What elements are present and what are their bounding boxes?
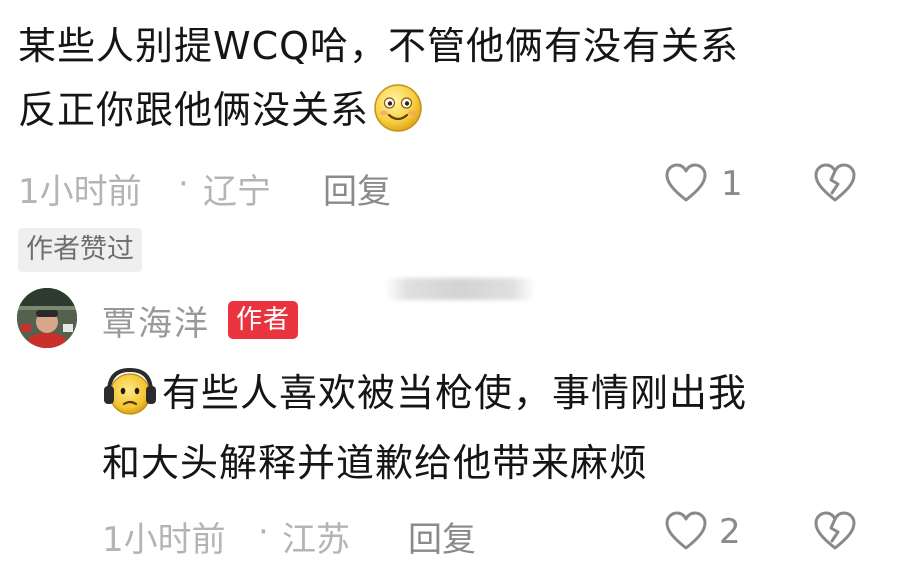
author-badge: 作者 — [228, 301, 299, 339]
broken-heart-icon[interactable] — [813, 510, 857, 552]
comment-1-time: 1小时前 — [18, 172, 142, 212]
comment-2-line-1-wrap: 有些人喜欢被当枪使，事情刚出我 — [102, 358, 902, 428]
comment-1-like-count: 1 — [721, 164, 743, 204]
comment-2-like-count: 2 — [719, 512, 741, 552]
comment-2-text: 有些人喜欢被当枪使，事情刚出我 和大头解释并道歉给他带来麻烦 — [102, 358, 902, 498]
comment-2-time: 1小时前 — [102, 520, 226, 560]
heart-outline-icon[interactable] — [664, 510, 708, 552]
comment-2-line-2: 和大头解释并道歉给他带来麻烦 — [102, 441, 649, 485]
comment-1-line-2-wrap: 反正你跟他俩没关系 — [18, 78, 898, 142]
avatar[interactable] — [17, 288, 77, 348]
comment-2-separator: · — [258, 512, 269, 552]
avatar-photo-icon — [17, 288, 77, 348]
comment-1-line-2: 反正你跟他俩没关系 — [18, 88, 370, 132]
headphone-face-emoji-icon — [104, 367, 156, 415]
comment-1-meta: 1小时前 · 辽宁 回复 1 — [18, 162, 898, 212]
broken-heart-icon[interactable] — [813, 162, 857, 204]
heart-outline-icon[interactable] — [664, 162, 708, 204]
comment-2-location: 江苏 — [282, 520, 350, 560]
comment-1-reply-button[interactable]: 回复 — [323, 164, 391, 213]
comment-2-line-1: 有些人喜欢被当枪使，事情刚出我 — [162, 371, 748, 415]
author-liked-badge: 作者赞过 — [18, 228, 142, 272]
comment-2-meta: 1小时前 · 江苏 回复 2 — [102, 510, 892, 560]
comment-2-username[interactable]: 覃海洋 — [102, 296, 210, 345]
comment-1-text: 某些人别提WCQ哈，不管他俩有没有关系 反正你跟他俩没关系 — [18, 14, 898, 142]
smiling-face-emoji-icon — [374, 84, 422, 132]
comment-1-location: 辽宁 — [203, 172, 271, 212]
comment-2-reply-button[interactable]: 回复 — [408, 512, 476, 561]
blurred-watermark — [385, 278, 535, 300]
comment-1-separator: · — [178, 164, 189, 204]
comment-1-line-1: 某些人别提WCQ哈，不管他俩有没有关系 — [18, 24, 740, 68]
